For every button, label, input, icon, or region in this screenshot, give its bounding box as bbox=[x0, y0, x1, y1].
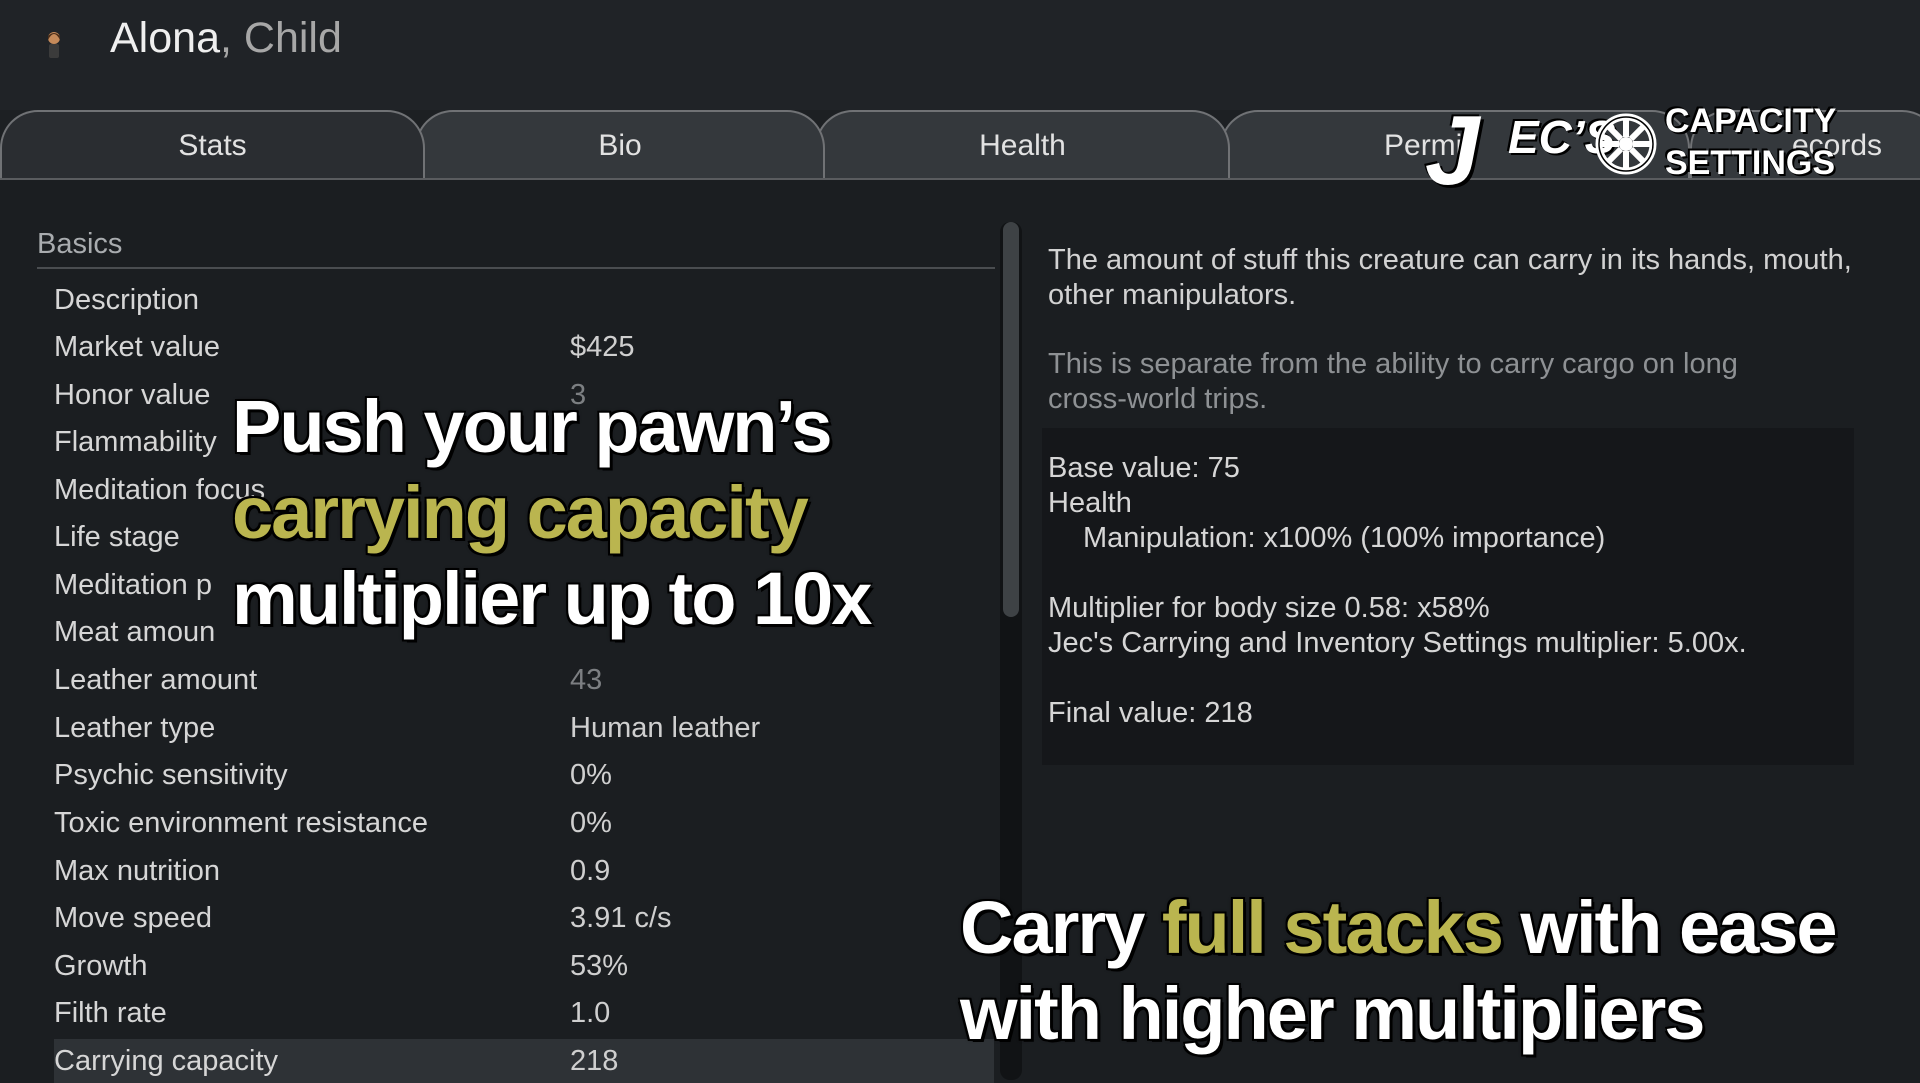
stat-value: 1.0 bbox=[570, 997, 611, 1029]
stat-value: Human leather bbox=[570, 712, 761, 744]
promo-line: Carry bbox=[960, 886, 1162, 969]
stat-label: Leather amount bbox=[54, 664, 258, 696]
section-title-basics: Basics bbox=[37, 228, 123, 260]
pawn-name: Alona bbox=[110, 14, 220, 62]
promo-line: with ease bbox=[1501, 886, 1837, 969]
logo-text: CAPACITY SETTINGS bbox=[1665, 100, 1836, 184]
description-line: The amount of stuff this creature can ca… bbox=[1048, 244, 1852, 276]
stat-row[interactable]: Market value $425 bbox=[54, 325, 994, 369]
stat-row[interactable]: Max nutrition 0.9 bbox=[54, 849, 994, 893]
title-separator: , bbox=[219, 14, 232, 62]
tab-health[interactable]: Health bbox=[815, 110, 1230, 180]
description-line: other manipulators. bbox=[1048, 279, 1297, 311]
promo-highlight: carrying capacity bbox=[232, 471, 809, 554]
stat-row[interactable]: Carrying capacity 218 bbox=[54, 1039, 994, 1083]
stat-row[interactable]: Psychic sensitivity 0% bbox=[54, 753, 994, 797]
tab-stats-label: Stats bbox=[178, 129, 247, 162]
stat-label: Description bbox=[54, 284, 200, 316]
stat-row[interactable]: Filth rate 1.0 bbox=[54, 991, 994, 1035]
logo-line: CAPACITY bbox=[1665, 102, 1837, 140]
stat-label: Toxic environment resistance bbox=[54, 807, 428, 839]
stat-row[interactable]: Leather amount 43 bbox=[54, 658, 994, 702]
tab-stats[interactable]: Stats bbox=[0, 110, 425, 180]
stat-description: The amount of stuff this creature can ca… bbox=[1048, 243, 1920, 313]
stat-value: 0.9 bbox=[570, 855, 611, 887]
stat-label: Flammability bbox=[54, 426, 217, 458]
stat-value: 218 bbox=[570, 1045, 619, 1077]
stat-label: Psychic sensitivity bbox=[54, 759, 288, 791]
description-line: cross-world trips. bbox=[1048, 383, 1268, 415]
header: Alona, Child bbox=[0, 0, 1920, 110]
explanation-final: Final value: 218 bbox=[1048, 697, 1253, 729]
explanation-health: Health bbox=[1048, 487, 1132, 519]
stat-label: Max nutrition bbox=[54, 855, 221, 887]
stat-description-note: This is separate from the ability to car… bbox=[1048, 347, 1920, 417]
pawn-role: Child bbox=[243, 14, 342, 62]
stat-value: $425 bbox=[570, 331, 635, 363]
stat-value: 0% bbox=[570, 807, 612, 839]
stat-label: Move speed bbox=[54, 902, 212, 934]
stat-label: Honor value bbox=[54, 379, 211, 411]
pawn-portrait-icon[interactable] bbox=[44, 30, 64, 60]
promo-highlight: full stacks bbox=[1161, 886, 1504, 969]
explanation-manipulation: Manipulation: x100% (100% importance) bbox=[1083, 522, 1606, 554]
mod-logo: J EC’S CAPACITY SETTINGS bbox=[1425, 95, 1836, 205]
stat-label: Carrying capacity bbox=[54, 1045, 279, 1077]
explanation-mod-multiplier: Jec's Carrying and Inventory Settings mu… bbox=[1048, 627, 1747, 659]
stat-label: Life stage bbox=[54, 521, 180, 553]
description-line: This is separate from the ability to car… bbox=[1048, 348, 1738, 380]
stat-label: Market value bbox=[54, 331, 221, 363]
explanation-body-size: Multiplier for body size 0.58: x58% bbox=[1048, 592, 1490, 624]
stat-label: Meditation p bbox=[54, 569, 212, 601]
tab-bio-label: Bio bbox=[598, 129, 642, 162]
promo-line: with higher multipliers bbox=[960, 972, 1705, 1055]
scrollbar-thumb[interactable] bbox=[1003, 222, 1019, 617]
promo-line: multiplier up to 10x bbox=[232, 557, 872, 640]
promo-text-right: Carry full stacks with ease with higher … bbox=[960, 885, 1838, 1057]
stat-row[interactable]: Move speed 3.91 c/s bbox=[54, 896, 994, 940]
promo-text-left: Push your pawn’s carrying capacity multi… bbox=[232, 384, 872, 642]
wheel-icon bbox=[1595, 113, 1657, 175]
stat-label: Growth bbox=[54, 950, 148, 982]
stat-label: Filth rate bbox=[54, 997, 167, 1029]
stat-value: 53% bbox=[570, 950, 629, 982]
logo-line: SETTINGS bbox=[1665, 144, 1836, 182]
tab-health-label: Health bbox=[979, 129, 1066, 162]
stat-value: 43 bbox=[570, 664, 603, 696]
stat-row[interactable]: Growth 53% bbox=[54, 944, 994, 988]
stat-row[interactable]: Leather type Human leather bbox=[54, 706, 994, 750]
stat-row[interactable]: Description bbox=[54, 278, 994, 322]
stat-label: Leather type bbox=[54, 712, 216, 744]
section-divider bbox=[37, 267, 995, 269]
stat-value: 3.91 c/s bbox=[570, 902, 672, 934]
stat-label: Meat amoun bbox=[54, 616, 216, 648]
stat-value: 0% bbox=[570, 759, 612, 791]
promo-line: Push your pawn’s bbox=[232, 385, 832, 468]
tab-bio[interactable]: Bio bbox=[415, 110, 825, 180]
explanation-base: Base value: 75 bbox=[1048, 452, 1240, 484]
stat-row[interactable]: Toxic environment resistance 0% bbox=[54, 801, 994, 845]
logo-j: J bbox=[1425, 95, 1479, 205]
pawn-title: Alona, Child bbox=[110, 14, 342, 63]
